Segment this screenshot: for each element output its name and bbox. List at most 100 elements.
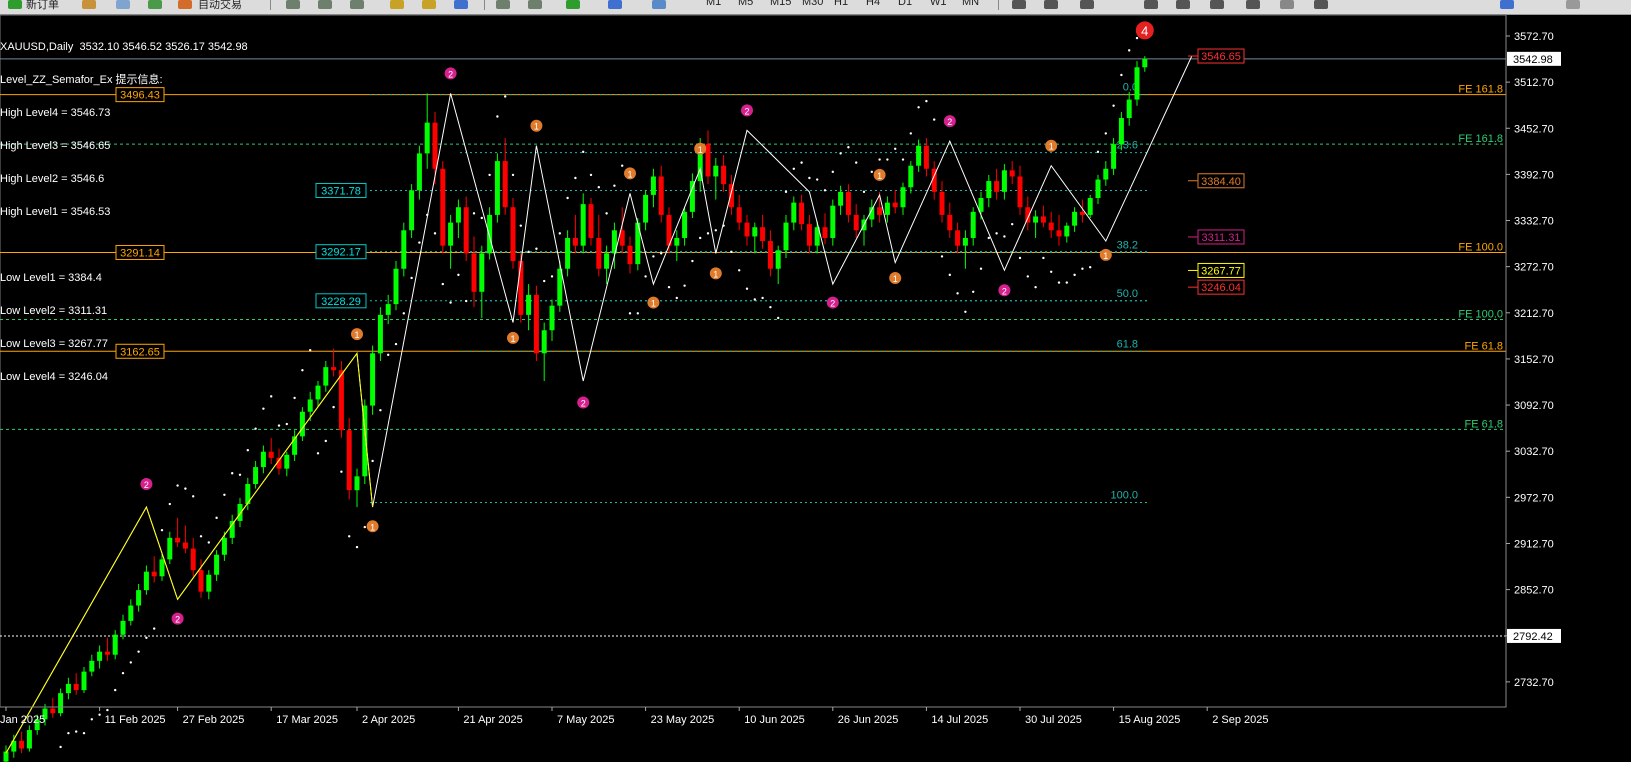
candle-body (1079, 211, 1085, 215)
candle-body (705, 144, 711, 177)
semafor-marker-label: 1 (877, 171, 882, 181)
sar-dot (511, 173, 515, 177)
sar-dot (1057, 281, 1061, 284)
candle-body (463, 207, 469, 254)
sar-dot (137, 650, 140, 653)
date-axis-label: 10 Jun 2025 (744, 714, 805, 726)
candle-body (822, 227, 828, 238)
sar-dot (504, 95, 507, 98)
sar-dot (995, 232, 998, 235)
candle-body (377, 314, 383, 354)
sar-dot (301, 369, 304, 372)
sar-dot (90, 718, 94, 721)
candle-body (658, 176, 664, 215)
candle-body (167, 537, 173, 560)
sar-dot (628, 312, 632, 315)
sar-dot (410, 276, 413, 280)
candle-body (198, 570, 204, 592)
candle-body (471, 253, 477, 292)
sar-dot (262, 407, 265, 410)
sar-dot (761, 296, 764, 300)
sar-dot (878, 158, 881, 161)
candle-body (448, 222, 454, 246)
candle-body (549, 305, 555, 331)
candle-body (385, 304, 391, 315)
candle-body (307, 399, 313, 412)
semafor-marker-label: 1 (1103, 251, 1108, 261)
candle-body (284, 454, 290, 469)
candle-body (767, 241, 773, 269)
price-axis-label: 2852.70 (1514, 585, 1554, 597)
sar-dot (168, 502, 171, 506)
candle-body (892, 202, 898, 208)
sar-dot (285, 422, 288, 426)
sar-dot (184, 487, 187, 490)
semafor-marker-label: 1 (627, 169, 632, 179)
sar-dot (714, 229, 717, 232)
price-axis-label: 3332.70 (1514, 216, 1554, 228)
sar-dot (1073, 273, 1076, 277)
sar-dot (465, 299, 468, 303)
sar-dot (636, 312, 639, 315)
sar-dot (753, 298, 756, 301)
sar-dot (738, 269, 741, 272)
sar-dot (199, 535, 203, 538)
candle-body (1134, 67, 1140, 100)
sar-dot (784, 190, 788, 194)
candle-body (190, 548, 196, 571)
sar-dot (309, 349, 312, 352)
sar-dot (394, 342, 398, 346)
sar-dot (231, 472, 234, 475)
fibo-level-label: 61.8 (1117, 338, 1138, 350)
right-level-label: 3267.77 (1201, 265, 1241, 277)
candle-body (526, 294, 532, 315)
candle-body (424, 122, 430, 154)
candle-body (510, 207, 516, 262)
sar-dot (909, 132, 912, 135)
sar-dot (1128, 49, 1131, 52)
candle-body (331, 367, 337, 371)
candle-body (58, 693, 64, 714)
sar-dot (1120, 73, 1123, 77)
candle-body (502, 161, 508, 208)
candle-body (221, 537, 227, 555)
candle-body (97, 651, 103, 661)
sar-dot (839, 152, 842, 155)
fe-level-label: FE 161.8 (1458, 84, 1503, 96)
candle-body (1048, 222, 1054, 231)
candle-body (416, 153, 422, 191)
sar-dot (1018, 256, 1022, 260)
sar-dot (660, 252, 663, 255)
sar-dot (847, 146, 850, 149)
candle-body (580, 204, 586, 246)
sar-dot (901, 158, 905, 161)
fibo-level-label: 100.0 (1110, 489, 1138, 501)
sar-dot (441, 282, 444, 286)
candle-body (136, 590, 142, 606)
date-axis-label: 2 Sep 2025 (1212, 714, 1268, 726)
candle-body (73, 683, 79, 691)
candle-body (89, 660, 95, 672)
sar-dot (862, 190, 866, 194)
level-line: High Level4 = 3546.73 (0, 107, 111, 119)
candle-body (775, 250, 781, 269)
sar-dot (917, 106, 920, 109)
sar-dot (1096, 150, 1100, 154)
sar-dot (644, 275, 647, 278)
price-axis-label: 3512.70 (1514, 77, 1554, 89)
sar-dot (293, 396, 296, 400)
candle-body (689, 181, 695, 212)
candle-body (401, 230, 407, 269)
semafor-marker-label: 2 (448, 69, 453, 79)
semafor-marker-label: 1 (651, 299, 656, 309)
semafor-marker-label: 2 (144, 480, 149, 490)
candle-body (939, 191, 945, 215)
level-line: High Level2 = 3546.6 (0, 173, 105, 185)
candle-body (65, 683, 71, 694)
sar-dot (59, 745, 62, 749)
candle-body (1033, 216, 1039, 223)
price-axis-label: 3452.70 (1514, 123, 1554, 135)
date-axis-label: 11 Feb 2025 (105, 714, 166, 726)
sar-dot (160, 528, 164, 532)
candle-body (1118, 118, 1124, 145)
